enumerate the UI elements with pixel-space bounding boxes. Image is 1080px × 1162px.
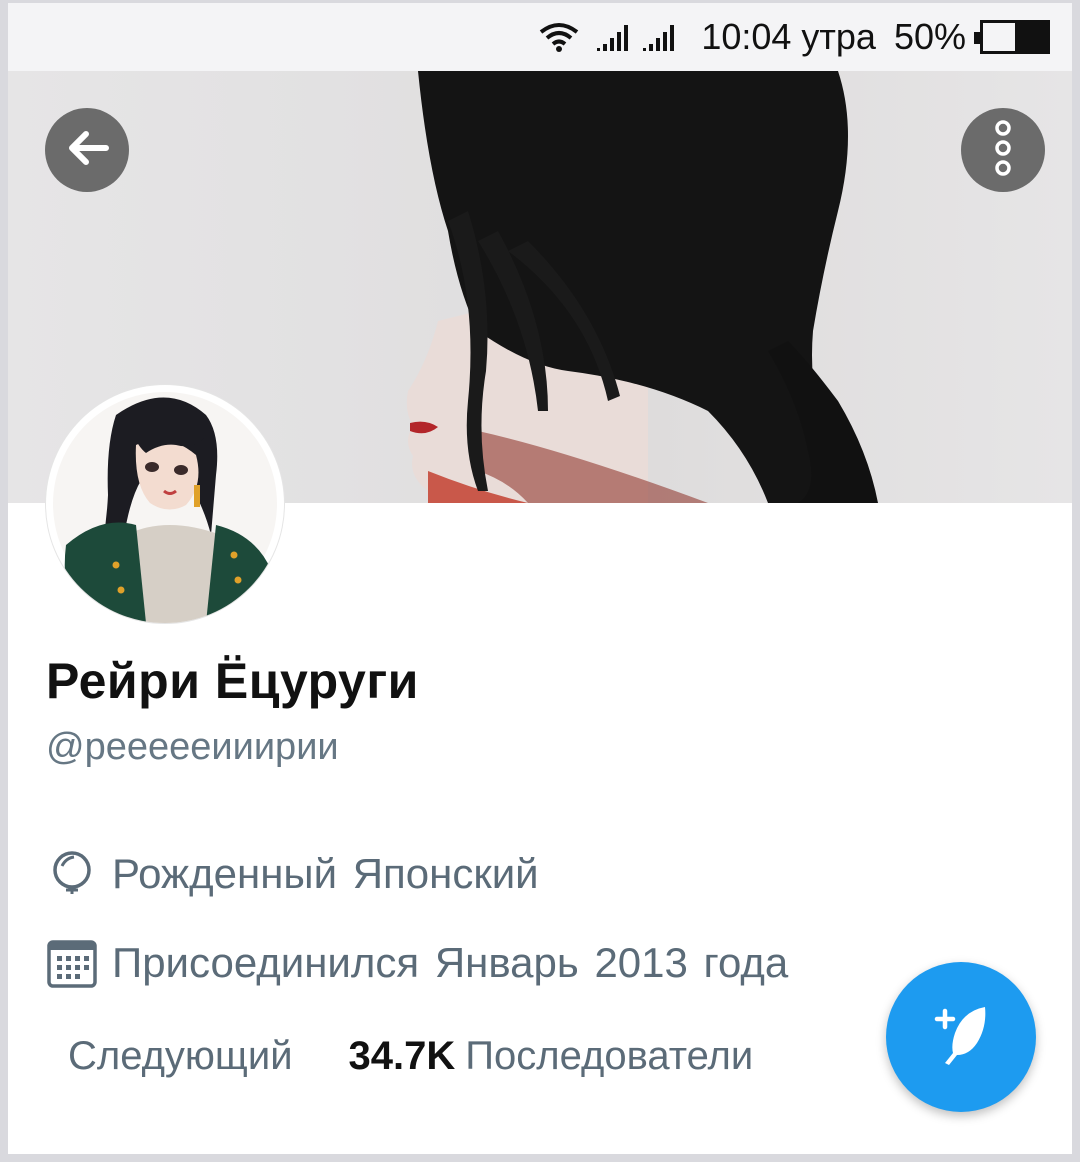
status-time: 10:04 утра bbox=[701, 16, 876, 57]
calendar-icon bbox=[46, 937, 98, 989]
profile-handle: @реееееииирии bbox=[46, 726, 339, 768]
wifi-icon bbox=[539, 22, 579, 52]
followers-link[interactable]: Последователи bbox=[465, 1034, 753, 1079]
joined-row: Присоединился Январь 2013 года bbox=[46, 937, 788, 989]
back-button[interactable] bbox=[45, 108, 129, 192]
location-text: Рожденный Японский bbox=[112, 850, 539, 897]
profile-stats: Следующий 34.7K Последователи bbox=[68, 1034, 753, 1079]
followers-count[interactable]: 34.7K bbox=[349, 1034, 456, 1079]
following-link[interactable]: Следующий bbox=[68, 1034, 293, 1079]
battery-percent: 50% bbox=[893, 16, 966, 57]
joined-text: Присоединился Январь 2013 года bbox=[112, 939, 789, 986]
signal-icon bbox=[643, 22, 683, 52]
compose-tweet-icon bbox=[923, 997, 999, 1078]
battery-icon bbox=[974, 20, 1050, 54]
signal-icon bbox=[597, 22, 637, 52]
avatar-image bbox=[53, 392, 277, 623]
location-row: Рожденный Японский bbox=[46, 848, 539, 900]
status-bar: 10:04 утра 50% bbox=[8, 3, 1072, 71]
location-pin-icon bbox=[46, 848, 98, 900]
arrow-left-icon bbox=[64, 128, 110, 173]
profile-name: Рейри Ёцуруги bbox=[46, 653, 419, 709]
more-vertical-icon bbox=[993, 119, 1013, 182]
compose-tweet-button[interactable] bbox=[886, 962, 1036, 1112]
more-options-button[interactable] bbox=[961, 108, 1045, 192]
avatar[interactable] bbox=[46, 385, 284, 623]
